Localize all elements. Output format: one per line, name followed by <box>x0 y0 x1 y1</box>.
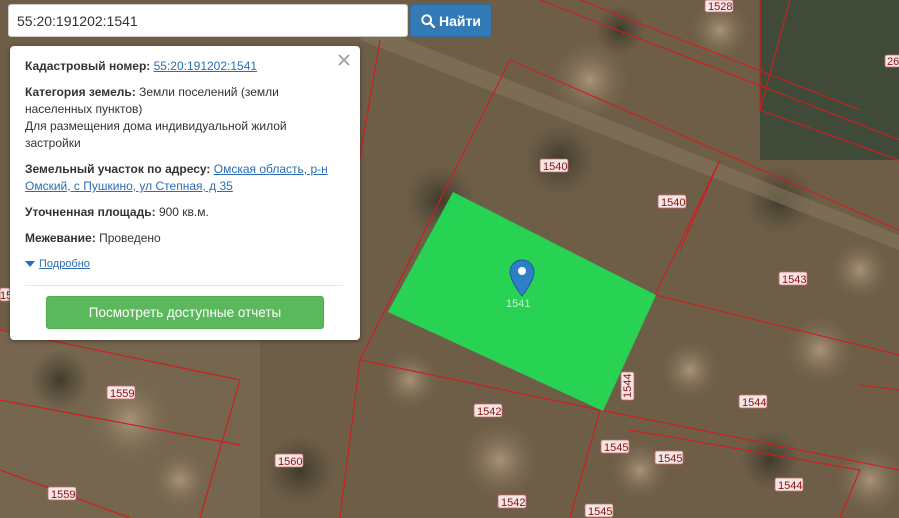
cadastral-search-input[interactable] <box>8 4 408 37</box>
svg-text:1543: 1543 <box>782 274 806 286</box>
divider <box>25 285 343 286</box>
selected-parcel-label: 1541 <box>506 298 530 310</box>
svg-text:1540: 1540 <box>661 197 685 209</box>
svg-text:1540: 1540 <box>543 161 567 173</box>
svg-text:1544: 1544 <box>622 374 634 398</box>
land-category-row: Категория земель: Земли поселений (земли… <box>25 84 344 152</box>
svg-text:1545: 1545 <box>604 442 628 454</box>
terrain-garden <box>760 0 899 160</box>
svg-text:26: 26 <box>887 56 899 68</box>
svg-text:1544: 1544 <box>778 480 802 492</box>
svg-text:1545: 1545 <box>658 453 682 465</box>
svg-text:1544: 1544 <box>742 397 766 409</box>
svg-text:1542: 1542 <box>501 497 525 509</box>
parcel-info-popup: Кадастровый номер: 55:20:191202:1541 Кат… <box>10 46 360 340</box>
address-row: Земельный участок по адресу: Омская обла… <box>25 161 344 195</box>
details-toggle[interactable]: Подробно <box>25 256 344 273</box>
search-icon <box>421 13 436 28</box>
area-label: Уточненная площадь: <box>25 205 156 219</box>
svg-text:1560: 1560 <box>278 456 302 468</box>
land-category-label: Категория земель: <box>25 85 136 99</box>
search-button-label: Найти <box>439 12 481 29</box>
survey-value: Проведено <box>99 231 161 245</box>
svg-text:1545: 1545 <box>588 506 612 518</box>
cadastral-number-label: Кадастровый номер: <box>25 59 151 73</box>
svg-text:1559: 1559 <box>110 388 134 400</box>
svg-text:1559: 1559 <box>51 489 75 501</box>
survey-label: Межевание: <box>25 231 96 245</box>
area-row: Уточненная площадь: 900 кв.м. <box>25 204 344 221</box>
details-toggle-label: Подробно <box>39 258 90 270</box>
svg-text:1528: 1528 <box>708 1 732 13</box>
cadastral-number-link[interactable]: 55:20:191202:1541 <box>154 59 257 73</box>
caret-down-icon <box>25 261 35 267</box>
area-value: 900 кв.м. <box>158 205 209 219</box>
address-label: Земельный участок по адресу: <box>25 162 211 176</box>
close-icon[interactable] <box>336 52 352 68</box>
cadastral-number-row: Кадастровый номер: 55:20:191202:1541 <box>25 58 344 75</box>
search-button[interactable]: Найти <box>410 4 492 37</box>
svg-text:1542: 1542 <box>477 406 501 418</box>
survey-row: Межевание: Проведено <box>25 230 344 247</box>
view-reports-button[interactable]: Посмотреть доступные отчеты <box>46 296 324 329</box>
land-usage-value: Для размещения дома индивидуальной жилой… <box>25 119 287 150</box>
